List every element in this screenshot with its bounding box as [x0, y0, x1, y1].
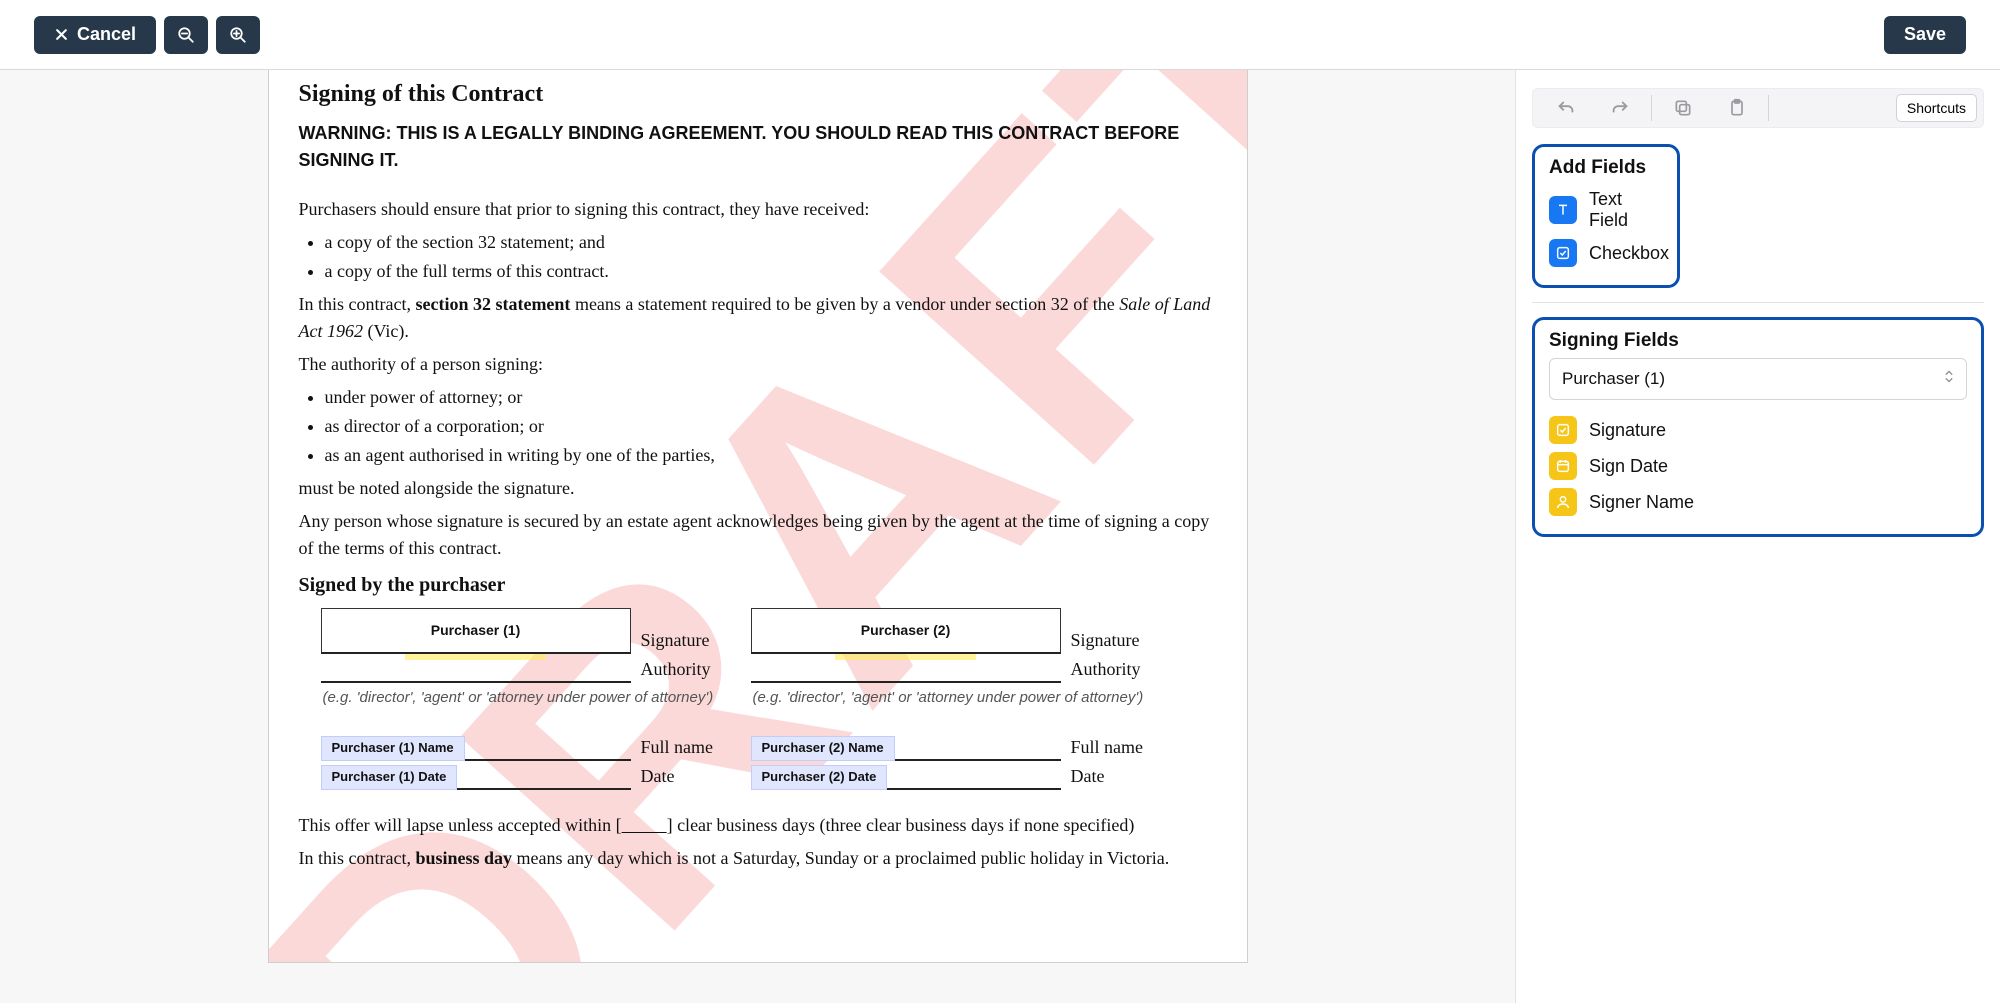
zoom-in-button[interactable]	[216, 16, 260, 54]
add-text-field[interactable]: Text Field	[1549, 185, 1663, 235]
save-button[interactable]: Save	[1884, 16, 1966, 54]
doc-b4: as director of a corporation; or	[325, 413, 1217, 440]
add-fields-title: Add Fields	[1549, 157, 1663, 179]
doc-heading: Signing of this Contract	[299, 76, 1217, 112]
doc-p5: Any person whose signature is secured by…	[299, 508, 1217, 562]
side-toolbar: Shortcuts	[1532, 88, 1984, 128]
doc-p2: In this contract, section 32 statement m…	[299, 291, 1217, 345]
authority-note-1: (e.g. 'director', 'agent' or 'attorney u…	[323, 687, 741, 710]
text-field-icon	[1549, 196, 1577, 224]
doc-b5: as an agent authorised in writing by one…	[325, 442, 1217, 469]
sig-field-purchaser-2[interactable]: Purchaser (2)	[751, 608, 1061, 654]
doc-bizday: In this contract, business day means any…	[299, 845, 1217, 872]
add-checkbox-field[interactable]: Checkbox	[1549, 235, 1663, 271]
checkbox-icon	[1549, 239, 1577, 267]
undo-button[interactable]	[1539, 89, 1593, 127]
date-field-1[interactable]: Purchaser (1) Date	[321, 768, 631, 790]
name-field-1[interactable]: Purchaser (1) Name	[321, 739, 631, 761]
paste-icon	[1727, 98, 1747, 118]
redo-icon	[1609, 97, 1631, 119]
save-label: Save	[1904, 24, 1946, 45]
doc-h3: Signed by the purchaser	[299, 570, 1217, 600]
copy-button[interactable]	[1656, 89, 1710, 127]
signature-icon	[1549, 416, 1577, 444]
date-field-2[interactable]: Purchaser (2) Date	[751, 768, 1061, 790]
cancel-label: Cancel	[77, 24, 136, 45]
zoom-out-button[interactable]	[164, 16, 208, 54]
signer-selected: Purchaser (1)	[1562, 369, 1665, 389]
copy-icon	[1673, 98, 1693, 118]
redo-button[interactable]	[1593, 89, 1647, 127]
top-toolbar: Cancel Save	[0, 0, 2000, 70]
doc-b2: a copy of the full terms of this contrac…	[325, 258, 1217, 285]
add-sign-date[interactable]: Sign Date	[1549, 448, 1967, 484]
shortcuts-button[interactable]: Shortcuts	[1896, 94, 1977, 122]
close-icon	[54, 27, 69, 42]
label-fullname-1: Full name	[641, 734, 714, 761]
zoom-out-icon	[177, 26, 195, 44]
add-signature[interactable]: Signature	[1549, 412, 1967, 448]
person-icon	[1549, 488, 1577, 516]
authority-field-2[interactable]	[751, 659, 1061, 683]
undo-icon	[1555, 97, 1577, 119]
document-viewport[interactable]: DRAFT Signing of this Contract WARNING: …	[0, 70, 1515, 1003]
cancel-button[interactable]: Cancel	[34, 16, 156, 54]
doc-warning: WARNING: THIS IS A LEGALLY BINDING AGREE…	[299, 120, 1217, 174]
name-field-2[interactable]: Purchaser (2) Name	[751, 739, 1061, 761]
doc-lapse: This offer will lapse unless accepted wi…	[299, 812, 1217, 839]
label-authority-2: Authority	[1071, 656, 1141, 683]
label-signature-1: Signature	[641, 627, 710, 654]
doc-p1: Purchasers should ensure that prior to s…	[299, 196, 1217, 223]
label-date-1: Date	[641, 763, 675, 790]
signing-fields-title: Signing Fields	[1549, 330, 1967, 352]
doc-b1: a copy of the section 32 statement; and	[325, 229, 1217, 256]
document-page: DRAFT Signing of this Contract WARNING: …	[268, 70, 1248, 963]
label-signature-2: Signature	[1071, 627, 1140, 654]
sig-field-purchaser-1[interactable]: Purchaser (1)	[321, 608, 631, 654]
authority-note-2: (e.g. 'director', 'agent' or 'attorney u…	[753, 687, 1191, 710]
zoom-in-icon	[229, 26, 247, 44]
add-fields-box: Add Fields Text Field Checkbox	[1532, 144, 1680, 288]
lapse-blank[interactable]	[622, 815, 667, 835]
doc-b3: under power of attorney; or	[325, 384, 1217, 411]
doc-p3: The authority of a person signing:	[299, 351, 1217, 378]
calendar-icon	[1549, 452, 1577, 480]
add-signer-name[interactable]: Signer Name	[1549, 484, 1967, 520]
side-panel: Shortcuts Add Fields Text Field Checkbox…	[1515, 70, 2000, 1003]
doc-p4: must be noted alongside the signature.	[299, 475, 1217, 502]
chevron-up-down-icon	[1942, 368, 1956, 391]
label-fullname-2: Full name	[1071, 734, 1144, 761]
authority-field-1[interactable]	[321, 659, 631, 683]
label-authority-1: Authority	[641, 656, 711, 683]
signing-fields-box: Signing Fields Purchaser (1) Signature S…	[1532, 317, 1984, 537]
signer-select[interactable]: Purchaser (1)	[1549, 358, 1967, 400]
paste-button[interactable]	[1710, 89, 1764, 127]
label-date-2: Date	[1071, 763, 1105, 790]
